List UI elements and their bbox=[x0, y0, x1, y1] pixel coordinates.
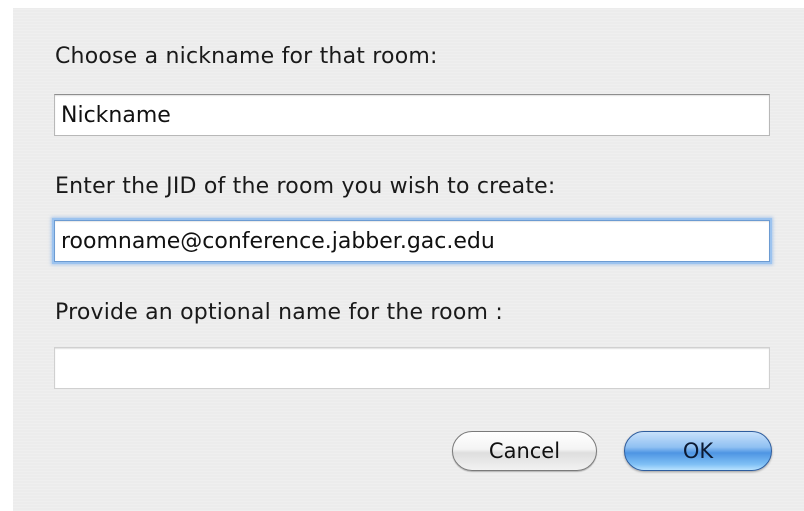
room-name-input[interactable] bbox=[54, 347, 770, 389]
room-name-label: Provide an optional name for the room : bbox=[55, 300, 503, 325]
nickname-label: Choose a nickname for that room: bbox=[55, 44, 438, 69]
nickname-input[interactable] bbox=[54, 94, 770, 136]
jid-label: Enter the JID of the room you wish to cr… bbox=[55, 174, 556, 199]
jid-input[interactable] bbox=[54, 220, 770, 262]
cancel-button[interactable]: Cancel bbox=[452, 431, 597, 471]
ok-button[interactable]: OK bbox=[624, 431, 772, 471]
